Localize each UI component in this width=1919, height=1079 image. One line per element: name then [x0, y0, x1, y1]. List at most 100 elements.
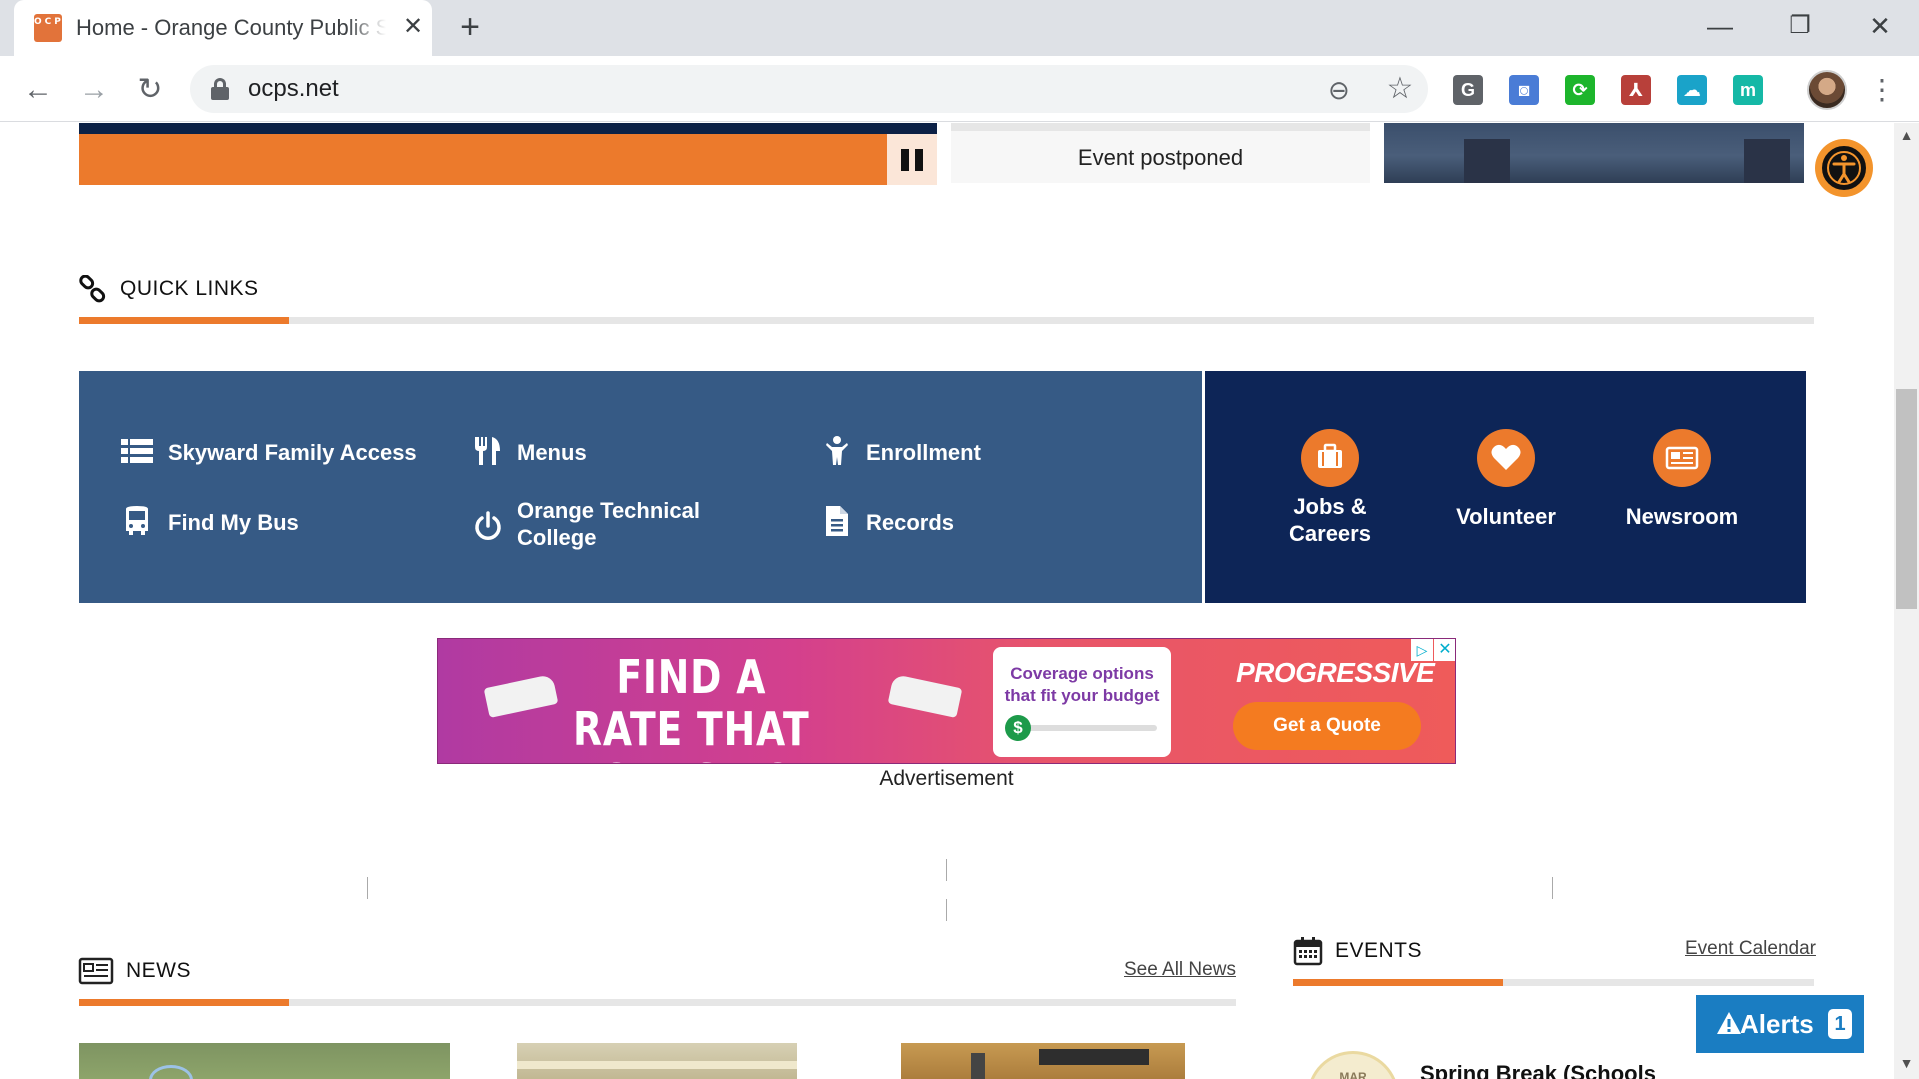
quick-links-panel: Skyward Family Access Menus Enrollment F… — [79, 371, 1202, 603]
m-extension-icon[interactable]: m — [1733, 75, 1763, 105]
restore-window-button[interactable]: ❐ — [1780, 8, 1820, 44]
quick-link-newsroom[interactable]: Newsroom — [1607, 429, 1757, 559]
scroll-up-arrow-icon[interactable]: ▲ — [1894, 127, 1919, 147]
alerts-count-badge: 1 — [1828, 1009, 1852, 1039]
ad-coverage-card: Coverage options that fit your budget $ — [993, 647, 1171, 757]
quick-link-volunteer[interactable]: Volunteer — [1431, 429, 1581, 559]
quick-link-jobs-careers[interactable]: Jobs & Careers — [1255, 429, 1405, 559]
utensils-icon — [475, 437, 500, 465]
close-window-button[interactable]: ✕ — [1860, 8, 1900, 44]
photo-detail — [1744, 139, 1790, 183]
event-month: MAR — [1339, 1070, 1367, 1079]
progressive-advertisement[interactable]: FIND A RATE THAT WORKS FOR YOU Coverage … — [437, 638, 1456, 764]
events-underline — [1293, 979, 1814, 986]
new-tab-button[interactable]: + — [452, 10, 488, 46]
quick-link-orange-technical-college[interactable]: Orange Technical College — [472, 498, 732, 565]
scroll-down-arrow-icon[interactable]: ▼ — [1894, 1055, 1919, 1075]
grammarly-extension-icon[interactable]: G — [1453, 75, 1483, 105]
browser-toolbar: ← → ↻ ocps.net ⊖ ☆ G ◙ ⟳ ⅄ ☁ m ⋮ — [0, 56, 1919, 122]
quick-link-label: Menus — [517, 440, 587, 465]
hero-slider-top-edge — [79, 123, 937, 134]
quick-link-label: Enrollment — [866, 440, 981, 465]
camera-extension-icon[interactable]: ◙ — [1509, 75, 1539, 105]
quick-link-label: Volunteer — [1456, 504, 1556, 529]
events-title: EVENTS — [1335, 939, 1423, 962]
news-thumbnail[interactable] — [901, 1043, 1185, 1079]
ocps-favicon-icon: OCPS — [34, 14, 70, 42]
news-thumbnail[interactable] — [79, 1043, 450, 1079]
divider — [946, 899, 947, 921]
scrollbar-thumb[interactable] — [1896, 389, 1917, 609]
advertisement-label: Advertisement — [879, 767, 1014, 790]
tab-close-icon[interactable]: ✕ — [398, 12, 428, 42]
pause-icon — [901, 149, 909, 171]
quick-link-label: Newsroom — [1625, 504, 1739, 529]
tab-title: Home - Orange County Public Schools — [76, 15, 386, 41]
browser-tab-strip: OCPS Home - Orange County Public Schools… — [0, 0, 1919, 56]
reload-button[interactable]: ↻ — [128, 68, 172, 112]
dollar-icon: $ — [1005, 715, 1031, 741]
news-underline — [79, 999, 1236, 1006]
back-button[interactable]: ← — [16, 68, 60, 112]
quick-link-label: Records — [866, 510, 955, 535]
quick-links-underline — [79, 317, 1814, 324]
quick-link-label: Orange Technical College — [517, 498, 700, 550]
pdf-extension-icon[interactable]: ⅄ — [1621, 75, 1651, 105]
browser-menu-icon[interactable]: ⋮ — [1868, 72, 1896, 108]
hero-photo — [1384, 123, 1804, 183]
minimize-window-button[interactable]: — — [1700, 8, 1740, 44]
quick-links-featured-panel: Jobs & Careers Volunteer Newsroom — [1205, 371, 1806, 603]
accessibility-icon — [1819, 143, 1869, 193]
quick-link-find-my-bus[interactable]: Find My Bus — [121, 505, 371, 545]
link-chain-icon — [79, 275, 106, 303]
alerts-button[interactable]: Alerts 1 — [1696, 995, 1864, 1053]
zoom-out-icon[interactable]: ⊖ — [1328, 75, 1356, 105]
page-scrollbar[interactable]: ▲ ▼ — [1894, 123, 1919, 1079]
ad-get-quote-button[interactable]: Get a Quote — [1233, 702, 1421, 750]
sync-extension-icon[interactable]: ⟳ — [1565, 75, 1595, 105]
quick-link-label: Skyward Family Access — [168, 440, 417, 465]
browser-tab-active[interactable]: OCPS Home - Orange County Public Schools… — [14, 0, 432, 56]
news-thumbnail[interactable] — [517, 1043, 797, 1079]
quick-link-menus[interactable]: Menus — [472, 435, 722, 475]
forward-button[interactable]: → — [72, 68, 116, 112]
bookmark-star-icon[interactable]: ☆ — [1383, 71, 1417, 105]
pause-icon-bar — [915, 149, 923, 171]
event-item-title[interactable]: Spring Break (Schools — [1420, 1061, 1656, 1079]
event-calendar-link[interactable]: Event Calendar — [1685, 938, 1816, 960]
event-date-badge: MAR — [1307, 1051, 1399, 1079]
quick-links-title: QUICK LINKS — [120, 277, 259, 300]
accessibility-button[interactable] — [1815, 139, 1873, 197]
calendar-icon — [1293, 937, 1323, 966]
photo-detail — [1464, 139, 1510, 183]
warning-icon — [1717, 1012, 1741, 1034]
ad-illustration — [887, 674, 963, 718]
vpn-extension-icon[interactable]: ☁ — [1677, 75, 1707, 105]
event-card-text: Event postponed — [1077, 145, 1244, 170]
document-icon — [826, 506, 848, 536]
ad-brand-logo: PROGRESSIVE — [1236, 657, 1435, 688]
adchoices-icon[interactable]: ▷ — [1411, 639, 1433, 661]
address-bar[interactable]: ocps.net ⊖ ☆ — [190, 65, 1428, 113]
divider — [1552, 877, 1553, 899]
heart-icon — [1477, 429, 1535, 487]
power-icon — [475, 511, 501, 540]
quick-link-label: Find My Bus — [168, 510, 299, 535]
lock-icon[interactable] — [210, 78, 230, 100]
see-all-news-link[interactable]: See All News — [1124, 959, 1236, 981]
slider-pause-button[interactable] — [887, 134, 937, 185]
bus-icon — [126, 506, 148, 535]
profile-avatar[interactable] — [1807, 70, 1847, 110]
news-title: NEWS — [126, 959, 191, 982]
newspaper-icon — [78, 957, 114, 985]
list-icon — [121, 439, 153, 463]
event-postponed-card[interactable]: Event postponed — [951, 123, 1370, 183]
quick-link-records[interactable]: Records — [821, 505, 1071, 545]
quick-link-enrollment[interactable]: Enrollment — [821, 435, 1071, 475]
divider — [367, 877, 368, 899]
url-text[interactable]: ocps.net — [248, 75, 339, 103]
quick-link-label: Jobs & Careers — [1289, 494, 1371, 546]
ad-close-icon[interactable]: ✕ — [1434, 639, 1455, 661]
ad-card-copy: Coverage options that fit your budget — [1004, 664, 1160, 705]
quick-link-skyward[interactable]: Skyward Family Access — [121, 435, 421, 475]
